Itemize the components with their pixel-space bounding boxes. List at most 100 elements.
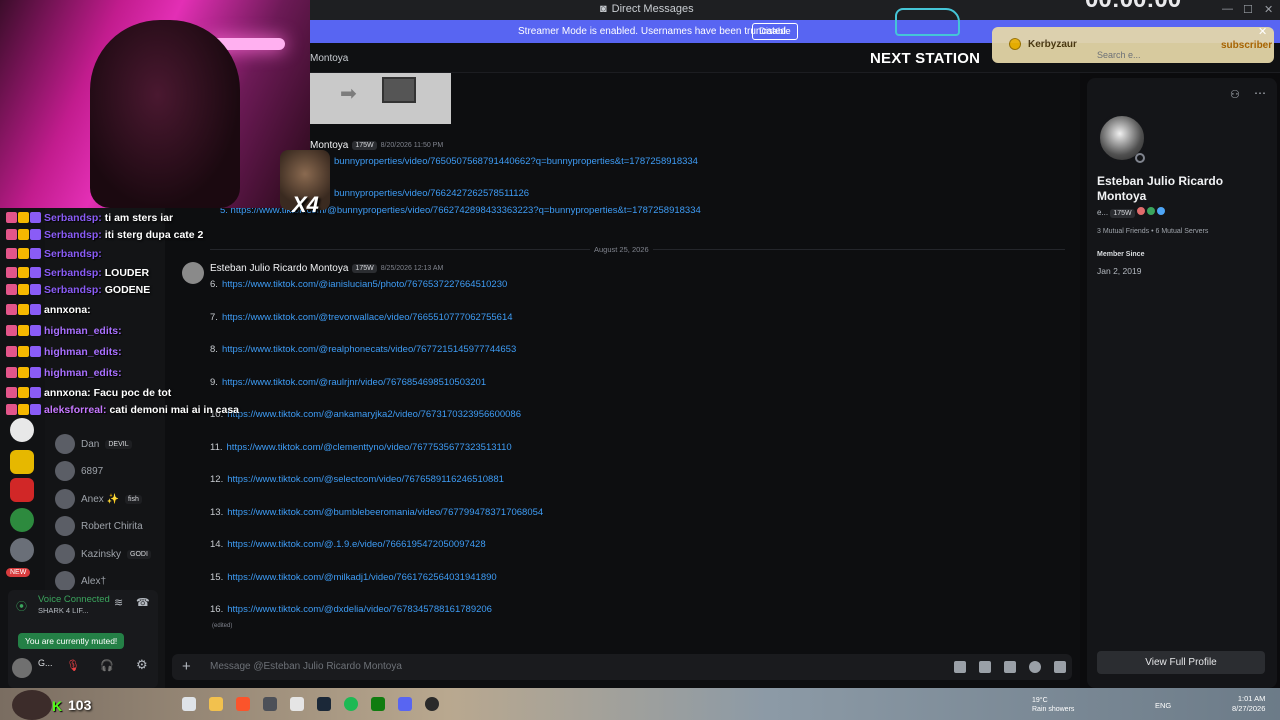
minimize-button[interactable]: — (1222, 3, 1233, 15)
message-input[interactable]: Message @Esteban Julio Ricardo Montoya (210, 661, 402, 672)
system-clock[interactable]: 1:01 AM 8/27/2026 (1232, 694, 1265, 714)
noise-suppression-icon[interactable]: ≋ (114, 596, 123, 609)
chat-message: Serbandsp: ti am sters iar (6, 209, 173, 226)
file-explorer-icon[interactable] (209, 697, 223, 711)
message-author[interactable]: Esteban Julio Ricardo Montoya (210, 263, 348, 274)
dm-list-item[interactable]: Alex† (55, 570, 106, 592)
server-icon[interactable] (10, 508, 34, 532)
dm-list-item[interactable]: Anex ✨ fish (55, 488, 142, 510)
chat-badges (6, 367, 41, 378)
close-alert-icon[interactable]: ✕ (1258, 25, 1267, 38)
dm-list-item[interactable]: Robert Chirita (55, 515, 143, 537)
profile-username: e... (1097, 208, 1109, 217)
image-preview[interactable]: ➡ (310, 73, 451, 124)
message-link[interactable]: bunnyproperties/video/766242726257851112… (334, 188, 529, 199)
discord-icon[interactable] (398, 697, 412, 711)
chat-badge-icon (30, 304, 41, 315)
server-icon[interactable] (10, 418, 34, 442)
tiktok-link[interactable]: https://www.tiktok.com/@selectcom/video/… (227, 474, 504, 485)
voice-channel[interactable]: SHARK 4 LIF... (38, 606, 88, 615)
tiktok-link[interactable]: https://www.tiktok.com/@milkadj1/video/7… (227, 572, 496, 583)
user-avatar[interactable] (12, 658, 32, 678)
xbox-icon[interactable] (371, 697, 385, 711)
disconnect-icon[interactable]: ☎ (136, 596, 150, 609)
tiktok-link[interactable]: https://www.tiktok.com/@ianislucian5/pho… (222, 279, 507, 290)
dm-avatar (55, 571, 75, 591)
tiktok-link[interactable]: https://www.tiktok.com/@ankamaryjka2/vid… (227, 409, 521, 420)
numbered-link-row: 7. https://www.tiktok.com/@trevorwallace/… (210, 312, 513, 323)
link-number: 16. (210, 604, 224, 615)
chat-badge-icon (30, 367, 41, 378)
streamer-mode-message: Streamer Mode is enabled. Usernames have… (518, 26, 789, 37)
apps-icon[interactable] (1054, 661, 1066, 673)
chat-message: annxona: (6, 301, 94, 318)
chat-message: Serbandsp: iti sterg dupa cate 2 (6, 226, 203, 243)
chat-badge-icon (30, 248, 41, 259)
link-number: 14. (210, 539, 224, 550)
tiktok-link[interactable]: https://www.tiktok.com/@trevorwallace/vi… (222, 312, 513, 323)
arrow-icon: ➡ (340, 83, 357, 105)
dm-list-item[interactable]: 6897 (55, 460, 103, 482)
server-icon[interactable] (10, 478, 34, 502)
more-options-icon[interactable]: ⋯ (1254, 86, 1266, 100)
gift-icon[interactable] (954, 661, 966, 673)
numbered-link-row: 14. https://www.tiktok.com/@.1.9.e/video/… (210, 539, 486, 550)
task-view-icon[interactable] (182, 697, 196, 711)
tiktok-link[interactable]: https://www.tiktok.com/@realphonecats/vi… (222, 344, 516, 355)
tiktok-link[interactable]: https://www.tiktok.com/@clementtyno/vide… (227, 442, 512, 453)
disable-streamer-mode-button[interactable]: Disable (752, 23, 798, 40)
chat-badge-icon (30, 284, 41, 295)
subscriber-name: Kerbyzaur (1028, 39, 1077, 50)
maximize-button[interactable]: ☐ (1243, 3, 1253, 16)
message-timestamp: 8/25/2026 12:13 AM (380, 265, 444, 272)
dm-tag: DEVIL (105, 439, 132, 449)
close-window-button[interactable]: ✕ (1264, 3, 1273, 16)
search-input[interactable]: Search e... (1097, 50, 1267, 66)
attach-plus-icon[interactable]: + (182, 658, 191, 675)
brave-browser-icon[interactable] (236, 697, 250, 711)
add-friend-icon[interactable]: ⚇ (1230, 88, 1240, 101)
emoji-icon[interactable] (1029, 661, 1041, 673)
folder-icon[interactable] (10, 450, 34, 474)
steam-icon[interactable] (317, 697, 331, 711)
view-full-profile-button[interactable]: View Full Profile (1097, 651, 1265, 674)
dm-list-item[interactable]: Dan DEVIL (55, 433, 132, 455)
spotify-icon[interactable] (344, 697, 358, 711)
chat-badge-icon (6, 304, 17, 315)
voice-status[interactable]: Voice Connected (38, 594, 110, 605)
chat-badge-icon (18, 346, 29, 357)
app-icon[interactable] (290, 697, 304, 711)
clock-date: 8/27/2026 (1232, 704, 1266, 713)
chat-badge-icon (18, 248, 29, 259)
chat-message: annxona: Facu poc de tot (6, 384, 171, 401)
mutual-info[interactable]: 3 Mutual Friends • 6 Mutual Servers (1097, 228, 1208, 235)
window-title: ◙ Direct Messages (600, 3, 694, 15)
tiktok-link[interactable]: https://www.tiktok.com/@bumblebeeromania… (227, 507, 543, 518)
chat-badges (6, 212, 41, 223)
chat-username: Serbandsp: (44, 228, 102, 241)
chat-badge-icon (18, 284, 29, 295)
weather-widget[interactable]: 19°C Rain showers (1032, 696, 1074, 714)
mic-muted-icon[interactable]: 🎙 (66, 659, 80, 672)
tiktok-link[interactable]: https://www.tiktok.com/@raulrjnr/video/7… (222, 377, 486, 388)
chat-badge-icon (6, 346, 17, 357)
dm-list-item[interactable]: Kazinsky GODI (55, 543, 151, 565)
language-indicator[interactable]: ENG (1155, 701, 1171, 710)
viewer-count: 103 (68, 697, 92, 713)
chat-badge-icon (30, 346, 41, 357)
tiktok-link[interactable]: https://www.tiktok.com/@.1.9.e/video/766… (227, 539, 485, 550)
settings-gear-icon[interactable]: ⚙ (136, 657, 148, 673)
app-icon[interactable] (263, 697, 277, 711)
deafen-icon[interactable]: 🎧 (100, 659, 114, 672)
chat-badges (6, 284, 41, 295)
discord-icon: ◙ (600, 3, 607, 15)
sticker-icon[interactable] (1004, 661, 1016, 673)
user-name[interactable]: G... (38, 658, 53, 668)
message-link[interactable]: bunnyproperties/video/765050756879144066… (334, 156, 698, 167)
gif-icon[interactable] (979, 661, 991, 673)
server-icon[interactable] (10, 538, 34, 562)
dm-avatar (55, 461, 75, 481)
tiktok-link[interactable]: https://www.tiktok.com/@dxdelia/video/76… (227, 604, 492, 615)
obs-icon[interactable] (425, 697, 439, 711)
chat-username: annxona: (44, 386, 91, 399)
